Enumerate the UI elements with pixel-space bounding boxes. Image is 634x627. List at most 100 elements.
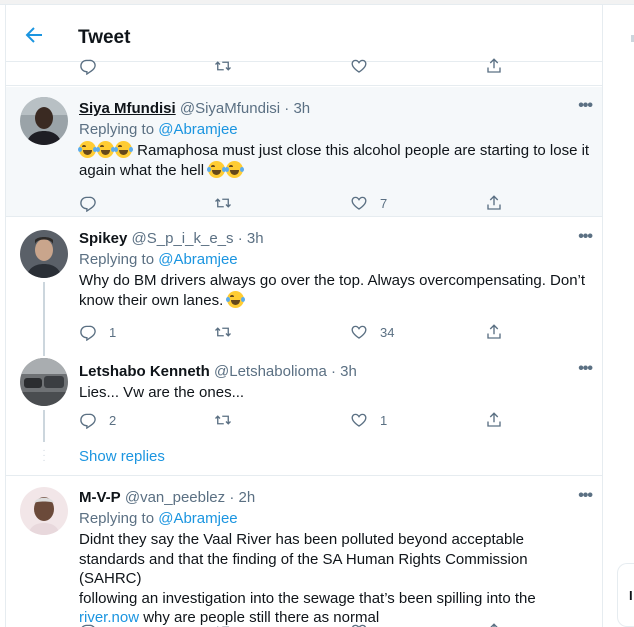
share-button[interactable] <box>485 322 503 342</box>
right-sidebar: I <box>604 5 634 627</box>
reply-count: 1 <box>109 324 117 340</box>
tweet-actions: 1 34 <box>79 322 501 342</box>
retweet-icon <box>215 415 231 425</box>
tweet-header: M-V-P @van_peeblez · 2h <box>79 489 256 506</box>
retweet-icon <box>215 61 231 71</box>
more-icon[interactable]: ••• <box>578 360 593 378</box>
tweet-time[interactable]: 3h <box>293 100 310 117</box>
rolling-on-floor-laughing-emoji <box>225 160 245 178</box>
reply-button[interactable]: 1 <box>79 322 116 342</box>
more-icon[interactable]: ••• <box>578 228 593 246</box>
tweet-actions: 2 1 <box>79 410 501 430</box>
share-icon <box>490 623 498 627</box>
back-arrow-icon[interactable] <box>22 23 46 47</box>
share-icon <box>487 195 501 210</box>
user-handle[interactable]: @Letshabolioma <box>214 363 327 380</box>
avatar[interactable] <box>20 97 68 145</box>
reply-button[interactable]: 2 <box>79 410 116 430</box>
retweet-button[interactable] <box>214 56 232 76</box>
tweet-header: Spikey @S_p_i_k_e_s · 3h <box>79 230 264 247</box>
tweet-actions: 7 <box>79 193 501 213</box>
reply-button[interactable] <box>79 56 97 76</box>
replying-to: Replying to @Abramjee <box>79 121 238 138</box>
reply-button[interactable] <box>79 621 97 627</box>
rolling-on-floor-laughing-emoji <box>78 141 97 158</box>
reply-button[interactable] <box>79 193 109 213</box>
like-count: 1 <box>380 412 388 428</box>
retweet-button[interactable] <box>214 322 244 342</box>
like-icon <box>351 196 367 210</box>
retweet-icon <box>215 327 231 337</box>
like-icon <box>351 325 367 339</box>
mention-link[interactable]: @Abramjee <box>158 121 237 138</box>
like-count: 34 <box>380 324 395 340</box>
tweet-text: Didnt they say the Vaal River has been p… <box>79 531 536 626</box>
tweet-time[interactable]: 2h <box>239 489 256 506</box>
retweet-button[interactable] <box>214 410 244 430</box>
like-count: 7 <box>380 195 388 211</box>
share-icon <box>487 324 501 339</box>
user-name[interactable]: Spikey <box>79 230 127 247</box>
show-replies-row: · · · Show replies <box>6 442 602 476</box>
tweet[interactable]: Spikey @S_p_i_k_e_s · 3h ••• Replying to… <box>6 218 602 346</box>
tweet[interactable]: Siya Mfundisi @SiyaMfundisi · 3h ••• Rep… <box>6 87 602 217</box>
replying-to: Replying to @Abramjee <box>79 510 238 527</box>
rolling-on-floor-laughing-emoji <box>114 141 133 158</box>
share-button[interactable] <box>485 621 503 627</box>
avatar[interactable] <box>20 230 68 278</box>
face-with-tears-of-joy-emoji <box>226 290 246 308</box>
share-button[interactable] <box>485 193 503 213</box>
like-icon <box>351 413 367 427</box>
avatar[interactable] <box>20 487 68 535</box>
like-icon <box>351 59 367 73</box>
tweet-text: Why do BM drivers always go over the top… <box>79 272 586 309</box>
header: Tweet <box>6 5 602 62</box>
more-icon[interactable]: ••• <box>578 487 593 505</box>
reply-icon <box>80 325 96 341</box>
user-handle[interactable]: @S_p_i_k_e_s <box>132 230 234 247</box>
mention-link[interactable]: @Abramjee <box>158 510 237 527</box>
like-button[interactable] <box>350 56 368 76</box>
rolling-on-floor-laughing-emoji <box>96 141 115 158</box>
rolling-on-floor-laughing-emoji <box>207 160 227 178</box>
thread-line <box>43 410 45 442</box>
like-button[interactable]: 34 <box>350 322 394 342</box>
like-icon <box>351 624 367 627</box>
tweet-header: Siya Mfundisi @SiyaMfundisi · 3h <box>79 100 311 117</box>
user-handle[interactable]: @SiyaMfundisi <box>180 100 280 117</box>
like-button[interactable]: 7 <box>350 193 387 213</box>
tweet-actions <box>79 56 501 76</box>
thread-line <box>43 282 45 346</box>
sidebar-card[interactable]: I <box>617 563 634 627</box>
user-name[interactable]: M-V-P <box>79 489 121 506</box>
show-replies-link[interactable]: Show replies <box>79 448 165 465</box>
reply-icon <box>80 413 96 429</box>
tweet-time[interactable]: 3h <box>247 230 264 247</box>
user-handle[interactable]: @van_peeblez <box>125 489 225 506</box>
reply-icon <box>80 196 96 212</box>
like-button[interactable]: 1 <box>350 410 387 430</box>
share-icon <box>487 412 501 427</box>
mention-link[interactable]: @Abramjee <box>158 251 237 268</box>
retweet-button[interactable] <box>214 621 232 627</box>
thread-line <box>43 346 45 356</box>
tweet[interactable]: Letshabo Kenneth @Letshabolioma · 3h •••… <box>6 346 602 442</box>
tweet[interactable]: M-V-P @van_peeblez · 2h ••• Replying to … <box>6 477 602 627</box>
retweet-button[interactable] <box>214 193 244 213</box>
tweet-time[interactable]: 3h <box>340 363 357 380</box>
tweet-text: Lies... Vw are the ones... <box>79 384 245 401</box>
reply-icon <box>80 59 96 75</box>
share-button[interactable] <box>485 410 503 430</box>
retweet-icon <box>215 198 231 208</box>
user-name[interactable]: Siya Mfundisi <box>79 100 176 117</box>
like-button[interactable] <box>350 621 368 627</box>
thread-dots: · · · <box>42 445 46 466</box>
user-name[interactable]: Letshabo Kenneth <box>79 363 210 380</box>
tweet-header: Letshabo Kenneth @Letshabolioma · 3h <box>79 363 357 380</box>
share-button[interactable] <box>485 56 503 76</box>
avatar[interactable] <box>20 358 68 406</box>
previous-tweet-actions <box>6 58 602 86</box>
more-icon[interactable]: ••• <box>578 97 593 115</box>
reply-icon <box>81 624 95 627</box>
tweet-column: Tweet Siya Mfundisi @SiyaMfundisi · 3h •… <box>5 5 603 627</box>
